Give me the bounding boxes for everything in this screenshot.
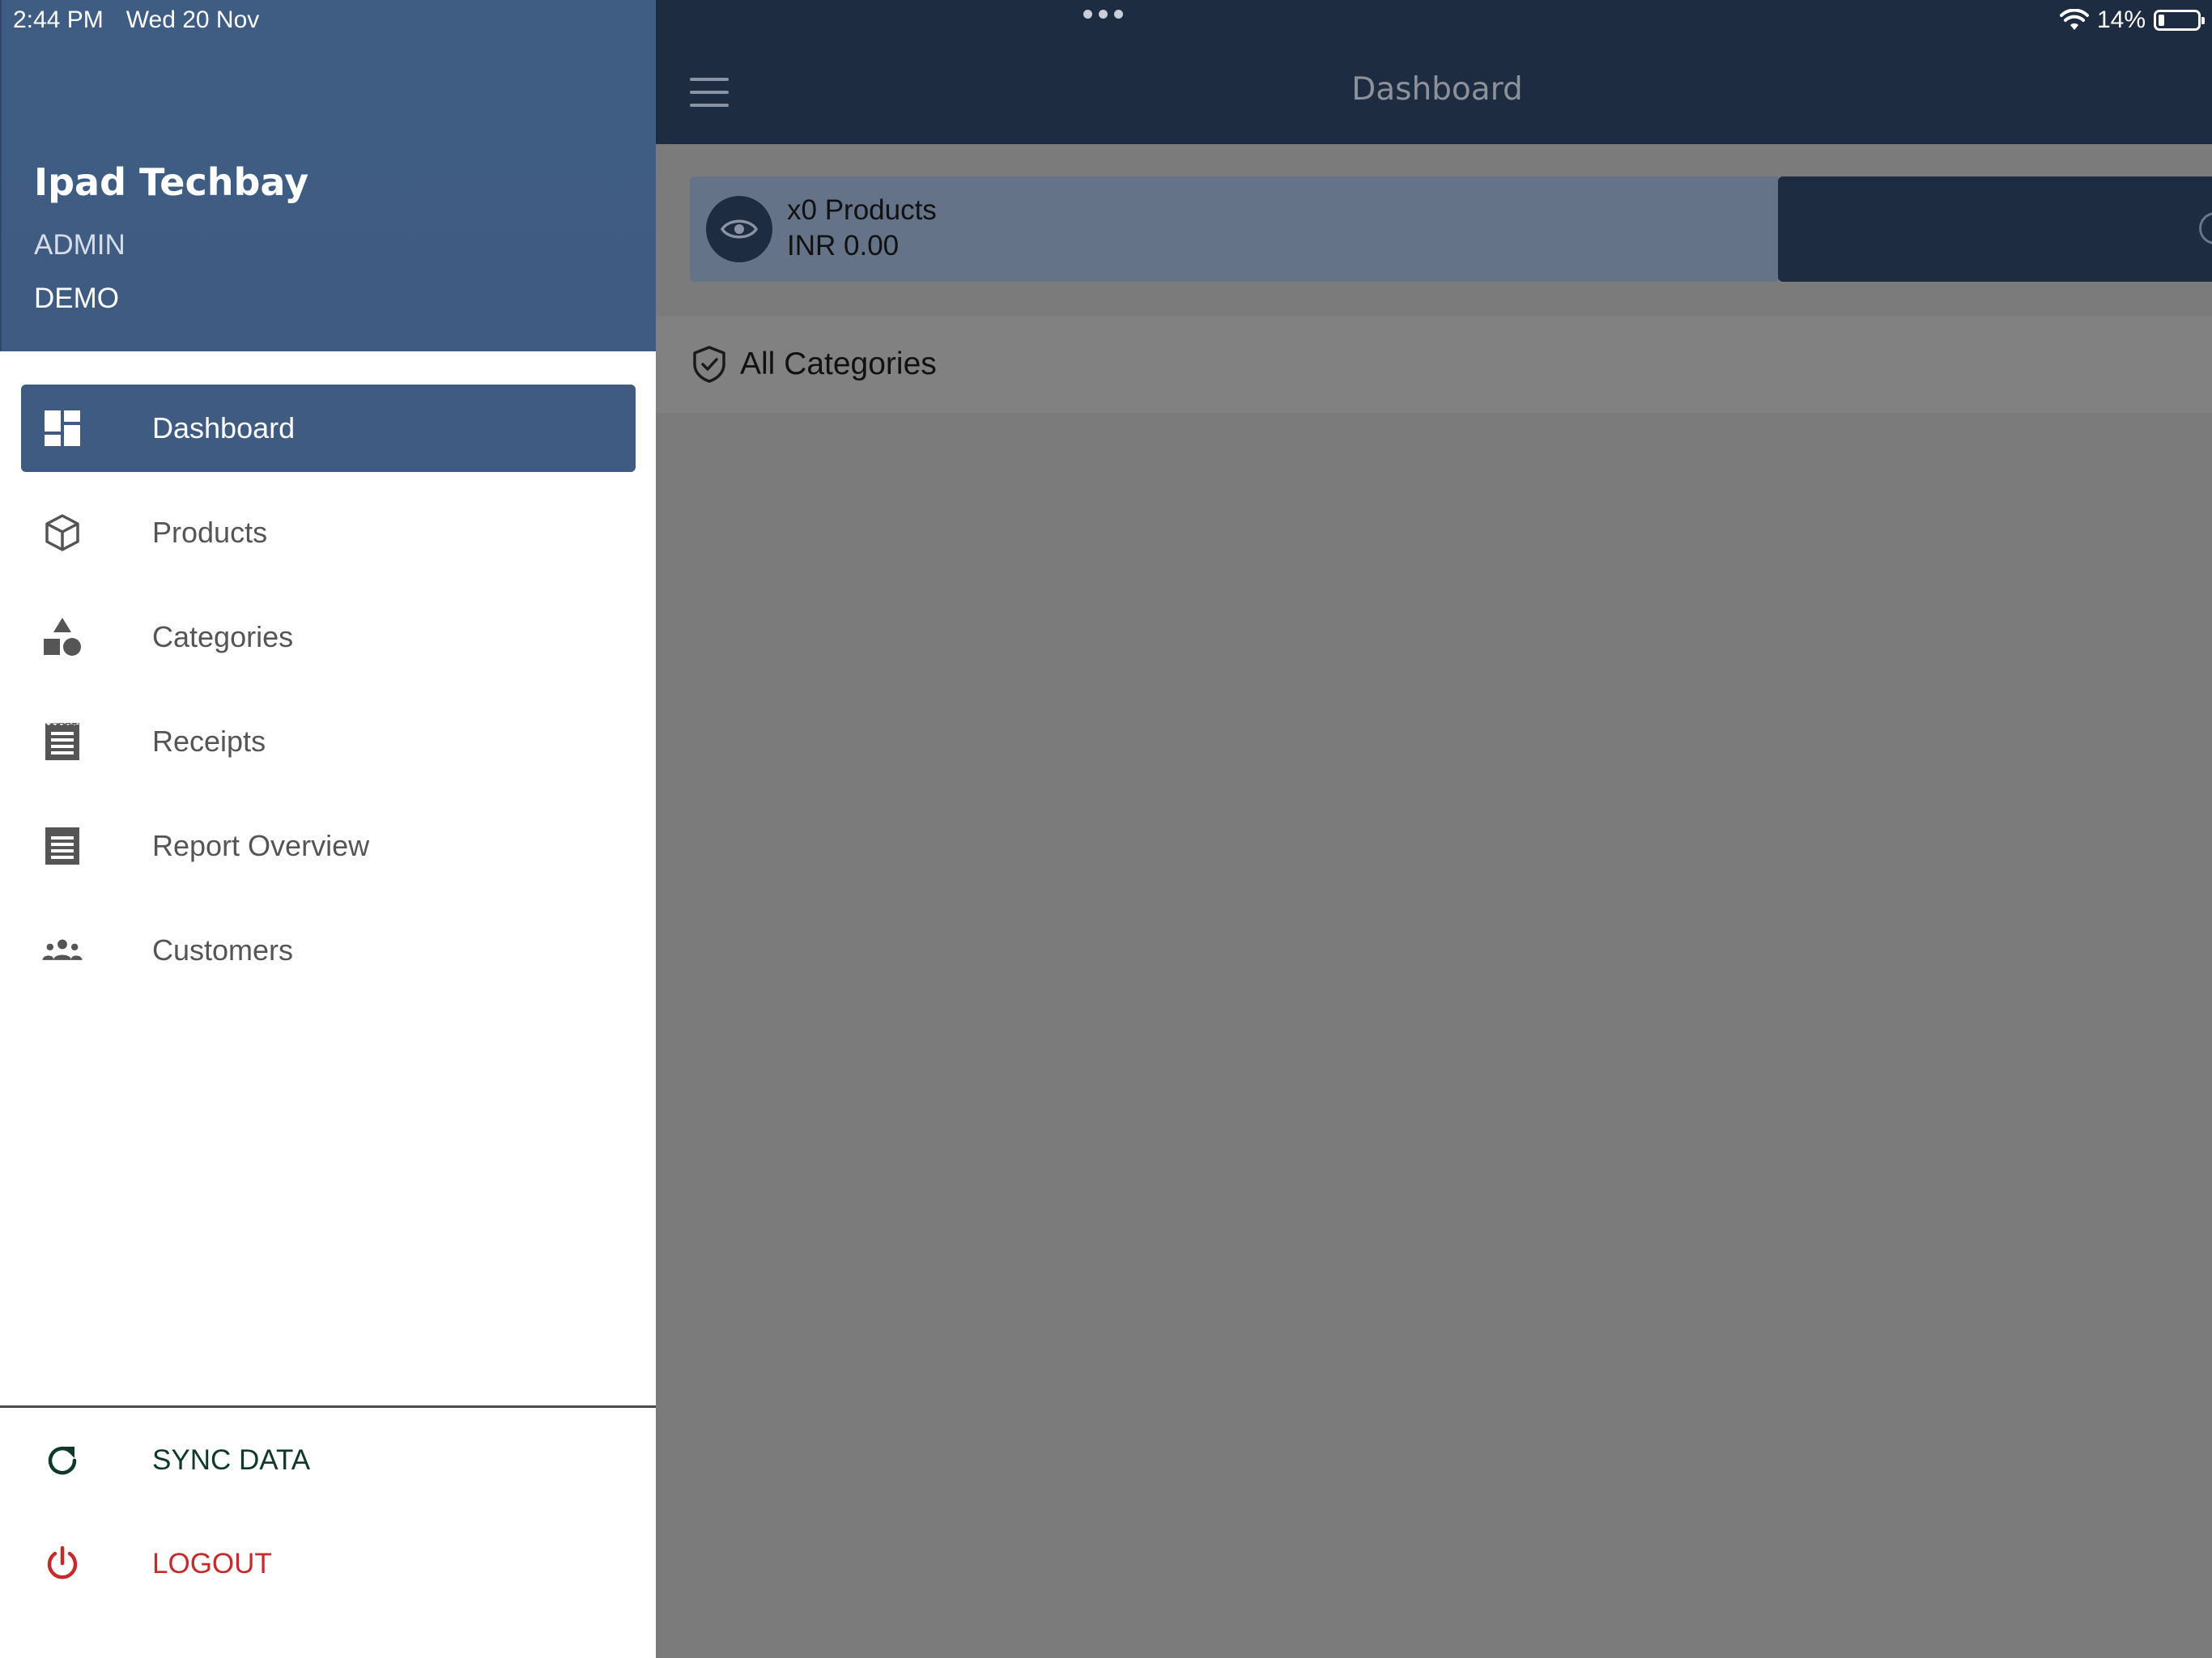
- status-time: 2:44 PM: [13, 6, 104, 33]
- drawer-header: Ipad Techbay ADMIN DEMO: [0, 0, 656, 351]
- page-title: Dashboard: [1351, 71, 1523, 108]
- nav-item-report-overview[interactable]: Report Overview: [21, 802, 636, 890]
- multitasking-dots[interactable]: [1083, 10, 1123, 19]
- nav-item-receipts[interactable]: Receipts: [21, 698, 636, 785]
- status-bar-right: 14%: [2059, 0, 2205, 40]
- sync-data-button[interactable]: SYNC DATA: [21, 1417, 636, 1504]
- sync-data-label: SYNC DATA: [152, 1444, 311, 1476]
- nav-label: Customers: [152, 933, 294, 967]
- people-icon: [40, 929, 84, 972]
- category-filter[interactable]: All Categories: [656, 316, 2212, 413]
- refresh-icon: [40, 1439, 84, 1482]
- navigation-drawer: Ipad Techbay ADMIN DEMO Dashboard Produc…: [0, 0, 656, 1658]
- status-date: Wed 20 Nov: [125, 6, 260, 33]
- battery-percent: 14%: [2096, 6, 2146, 33]
- product-count: x0 Products: [787, 194, 937, 226]
- shield-check-icon: [693, 346, 725, 383]
- eye-icon[interactable]: [706, 196, 772, 262]
- nav-label: Report Overview: [152, 829, 370, 862]
- cube-icon: [40, 511, 84, 555]
- battery-icon: [2154, 10, 2205, 31]
- user-org: DEMO: [34, 283, 119, 314]
- checkout-icon: [2199, 212, 2212, 244]
- nav-label: Products: [152, 516, 268, 549]
- status-bar-left: 2:44 PM Wed 20 Nov: [13, 0, 259, 40]
- nav-label: Categories: [152, 620, 294, 653]
- checkout-button[interactable]: [1778, 176, 2212, 282]
- shapes-icon: [40, 615, 84, 659]
- dashboard-icon: [40, 406, 84, 450]
- nav-item-dashboard[interactable]: Dashboard: [21, 385, 636, 472]
- drawer-nav: Dashboard Products Categories Receipts R…: [21, 385, 636, 1011]
- wifi-icon: [2059, 9, 2089, 30]
- drawer-divider: [0, 1405, 656, 1408]
- report-icon: [40, 824, 84, 868]
- cart-total: INR 0.00: [787, 230, 900, 261]
- user-role: ADMIN: [34, 229, 125, 261]
- app-bar: Dashboard: [656, 0, 2212, 144]
- cart-summary-card[interactable]: x0 Products INR 0.00: [690, 176, 1780, 282]
- logout-button[interactable]: LOGOUT: [21, 1520, 636, 1608]
- nav-item-customers[interactable]: Customers: [21, 907, 636, 994]
- categories-label: All Categories: [740, 346, 937, 381]
- nav-label: Receipts: [152, 725, 266, 758]
- nav-item-categories[interactable]: Categories: [21, 593, 636, 681]
- nav-label: Dashboard: [152, 411, 296, 444]
- power-icon: [40, 1542, 84, 1586]
- nav-item-products[interactable]: Products: [21, 489, 636, 576]
- receipt-icon: [40, 720, 84, 763]
- logout-label: LOGOUT: [152, 1548, 272, 1579]
- user-name: Ipad Techbay: [34, 160, 309, 204]
